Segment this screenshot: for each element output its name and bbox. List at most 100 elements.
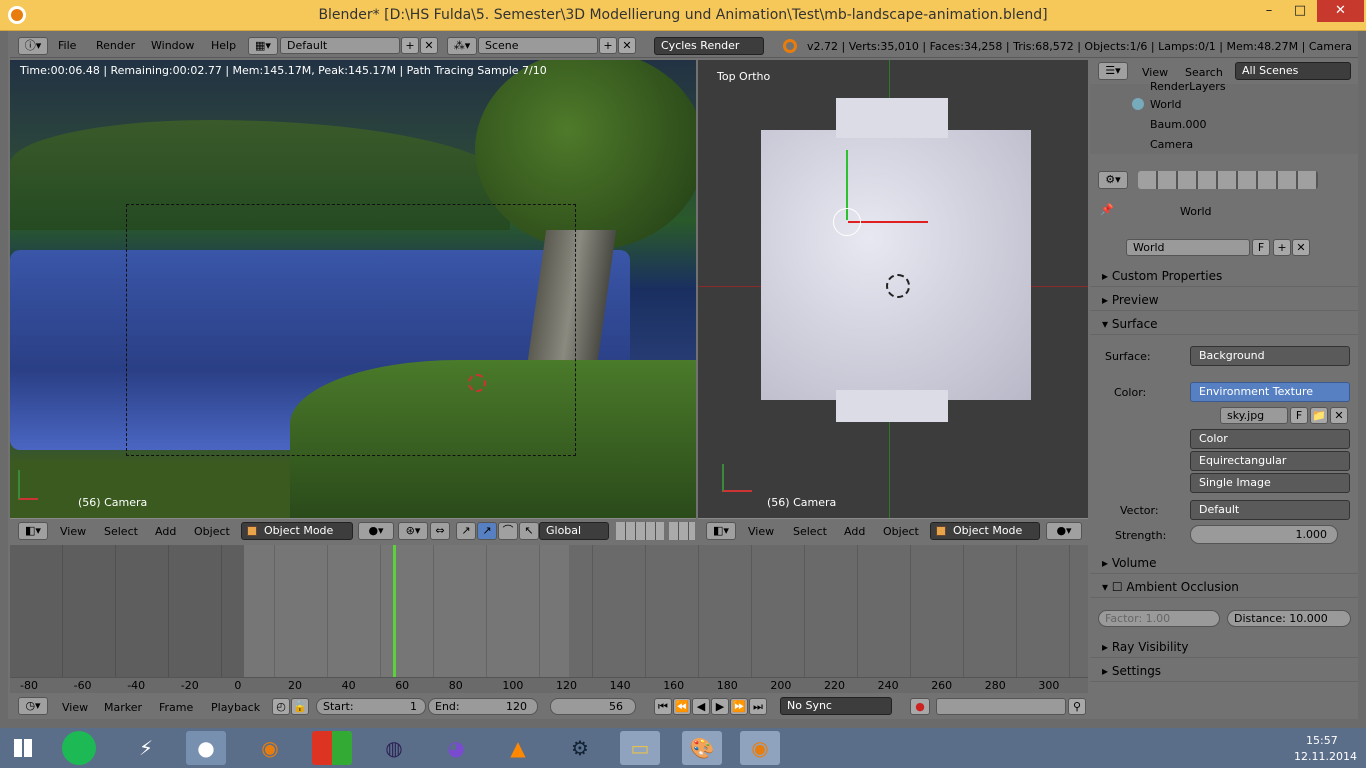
timeline-menu-playback[interactable]: Playback bbox=[211, 701, 260, 714]
left-mode-select[interactable]: Object Mode bbox=[241, 522, 353, 540]
taskbar-app-icon[interactable]: ⚡ bbox=[126, 731, 166, 765]
layout-icon[interactable]: ▦▾ bbox=[248, 37, 278, 55]
timeline-menu-frame[interactable]: Frame bbox=[159, 701, 193, 714]
office-icon[interactable] bbox=[312, 731, 352, 765]
play-button[interactable]: ▶ bbox=[711, 698, 729, 715]
properties-tabs[interactable] bbox=[1138, 171, 1318, 189]
panel-ambient-occlusion[interactable]: ▾ ☐ Ambient Occlusion bbox=[1090, 576, 1358, 598]
close-button[interactable]: ✕ bbox=[1317, 0, 1364, 22]
image-fake-user-button[interactable]: F bbox=[1290, 407, 1308, 424]
world-add-button[interactable]: + bbox=[1273, 239, 1291, 256]
editor-type-icon[interactable]: ◧▾ bbox=[18, 522, 48, 540]
maximize-button[interactable]: □ bbox=[1285, 0, 1315, 22]
next-key-button[interactable]: ⏩ bbox=[730, 698, 748, 715]
shading-icon[interactable]: ●▾ bbox=[358, 522, 394, 540]
world-remove-button[interactable]: ✕ bbox=[1292, 239, 1310, 256]
right-mode-select[interactable]: Object Mode bbox=[930, 522, 1040, 540]
blender-active-icon[interactable]: ◉ bbox=[740, 731, 780, 765]
minimize-button[interactable]: – bbox=[1254, 0, 1284, 22]
scene-remove-button[interactable]: ✕ bbox=[618, 37, 636, 54]
color-mode-select[interactable]: Color bbox=[1190, 429, 1350, 449]
color-select[interactable]: Environment Texture bbox=[1190, 382, 1350, 402]
keying-icon[interactable]: ⚲ bbox=[1068, 698, 1086, 715]
distance-field[interactable]: Distance: 10.000 bbox=[1227, 610, 1351, 627]
render-viewport[interactable]: Time:00:06.48 | Remaining:00:02.77 | Mem… bbox=[10, 60, 696, 518]
right-menu-view[interactable]: View bbox=[748, 525, 774, 538]
start-button[interactable] bbox=[14, 739, 32, 757]
explorer-icon[interactable]: ▭ bbox=[620, 731, 660, 765]
scale2-icon[interactable]: ↖ bbox=[519, 522, 539, 540]
scene-add-button[interactable]: + bbox=[599, 37, 617, 54]
world-fake-user-button[interactable]: F bbox=[1252, 239, 1270, 256]
projection-select[interactable]: Equirectangular bbox=[1190, 451, 1350, 471]
firefox-icon[interactable]: ● bbox=[186, 731, 226, 765]
cat-icon[interactable]: ◕ bbox=[436, 731, 476, 765]
panel-ray-visibility[interactable]: ▸ Ray Visibility bbox=[1090, 636, 1358, 658]
panel-preview[interactable]: ▸ Preview bbox=[1090, 289, 1358, 311]
menu-render[interactable]: Render bbox=[96, 39, 135, 52]
right-menu-add[interactable]: Add bbox=[844, 525, 865, 538]
menu-help[interactable]: Help bbox=[211, 39, 236, 52]
factor-field[interactable]: Factor: 1.00 bbox=[1098, 610, 1220, 627]
editor-type-right-icon[interactable]: ◧▾ bbox=[706, 522, 736, 540]
outliner-item-baum[interactable]: Baum.000 bbox=[1150, 118, 1206, 131]
jump-start-button[interactable]: ⏮ bbox=[654, 698, 672, 715]
start-field[interactable]: Start: 1 bbox=[316, 698, 426, 715]
vlc-icon[interactable]: ▲ bbox=[498, 731, 538, 765]
scale-icon[interactable]: ⌒ bbox=[498, 522, 518, 540]
panel-custom-properties[interactable]: ▸ Custom Properties bbox=[1090, 265, 1358, 287]
surface-select[interactable]: Background bbox=[1190, 346, 1350, 366]
pivot-icon[interactable]: ⊛▾ bbox=[398, 522, 428, 540]
time-icon[interactable]: ◴ bbox=[272, 698, 290, 715]
right-menu-object[interactable]: Object bbox=[883, 525, 919, 538]
outliner-menu-search[interactable]: Search bbox=[1185, 66, 1223, 79]
menu-file[interactable]: File bbox=[58, 39, 76, 52]
outliner-menu-view[interactable]: View bbox=[1142, 66, 1168, 79]
timeline[interactable] bbox=[10, 545, 1088, 677]
panel-surface[interactable]: ▾ Surface bbox=[1090, 313, 1358, 335]
timeline-menu-marker[interactable]: Marker bbox=[104, 701, 142, 714]
left-menu-object[interactable]: Object bbox=[194, 525, 230, 538]
outliner-item-renderlayers[interactable]: RenderLayers bbox=[1150, 80, 1226, 93]
translate-icon[interactable]: ↗ bbox=[456, 522, 476, 540]
prev-key-button[interactable]: ⏪ bbox=[673, 698, 691, 715]
record-button[interactable]: ● bbox=[910, 698, 930, 715]
paint-icon[interactable]: 🎨 bbox=[682, 731, 722, 765]
scene-icon[interactable]: ⁂▾ bbox=[447, 37, 477, 55]
shading-right-icon[interactable]: ●▾ bbox=[1046, 522, 1082, 540]
world-datablock-field[interactable]: World bbox=[1126, 239, 1250, 256]
top-ortho-viewport[interactable]: Top Ortho (56) Camera bbox=[698, 60, 1088, 518]
outliner-filter-select[interactable]: All Scenes bbox=[1235, 62, 1351, 80]
layout-add-button[interactable]: + bbox=[401, 37, 419, 54]
current-frame-field[interactable]: 56 bbox=[550, 698, 636, 715]
strength-field[interactable]: 1.000 bbox=[1190, 525, 1338, 544]
layout-field[interactable]: Default bbox=[280, 37, 400, 54]
blender-taskbar-icon[interactable]: ◉ bbox=[250, 731, 290, 765]
orientation-select[interactable]: Global bbox=[539, 522, 609, 540]
timeline-editor-icon[interactable]: ◷▾ bbox=[18, 697, 48, 715]
sync-select[interactable]: No Sync bbox=[780, 697, 892, 715]
menu-window[interactable]: Window bbox=[151, 39, 194, 52]
vector-select[interactable]: Default bbox=[1190, 500, 1350, 520]
outliner-item-camera[interactable]: Camera bbox=[1150, 138, 1193, 151]
end-field[interactable]: End: 120 bbox=[428, 698, 538, 715]
current-frame-marker[interactable] bbox=[393, 545, 396, 677]
image-remove-button[interactable]: ✕ bbox=[1330, 407, 1348, 424]
outliner-item-world[interactable]: World bbox=[1150, 98, 1182, 111]
image-open-button[interactable]: 📁 bbox=[1310, 407, 1328, 424]
left-menu-view[interactable]: View bbox=[60, 525, 86, 538]
layers-grid-2[interactable] bbox=[669, 522, 695, 540]
outliner-editor-icon[interactable]: ☰▾ bbox=[1098, 62, 1128, 80]
scene-field[interactable]: Scene bbox=[478, 37, 598, 54]
image-field[interactable]: sky.jpg bbox=[1220, 407, 1288, 424]
timeline-menu-view[interactable]: View bbox=[62, 701, 88, 714]
layers-grid[interactable] bbox=[616, 522, 664, 540]
info-icon[interactable]: ⓘ▾ bbox=[18, 37, 48, 55]
eclipse-icon[interactable]: ◍ bbox=[374, 731, 414, 765]
pin-icon[interactable]: 📌 bbox=[1100, 203, 1114, 216]
panel-volume[interactable]: ▸ Volume bbox=[1090, 552, 1358, 574]
play-reverse-button[interactable]: ◀ bbox=[692, 698, 710, 715]
manipulator-icon[interactable]: ⇔ bbox=[430, 522, 450, 540]
panel-settings[interactable]: ▸ Settings bbox=[1090, 660, 1358, 682]
spotify-icon[interactable] bbox=[62, 731, 96, 765]
